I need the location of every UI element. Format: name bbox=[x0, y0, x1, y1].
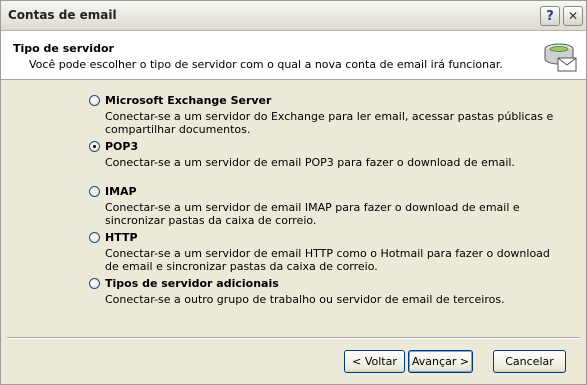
close-button[interactable]: ✕ bbox=[563, 6, 583, 26]
option-description-imap: Conectar-se a um servidor de email IMAP … bbox=[105, 201, 520, 227]
radio-exchange[interactable] bbox=[89, 95, 100, 106]
option-description-exchange: Conectar-se a um servidor do Exchange pa… bbox=[105, 110, 554, 136]
option-description-pop3: Conectar-se a um servidor de email POP3 … bbox=[105, 156, 515, 169]
title-bar[interactable]: Contas de email ? ✕ bbox=[1, 1, 586, 31]
window-title: Contas de email bbox=[8, 8, 117, 22]
option-label-pop3[interactable]: POP3 bbox=[105, 140, 138, 153]
help-button[interactable]: ? bbox=[540, 6, 560, 26]
back-button[interactable]: < Voltar bbox=[344, 350, 405, 373]
mail-server-icon bbox=[544, 43, 577, 72]
option-label-exchange[interactable]: Microsoft Exchange Server bbox=[105, 94, 271, 107]
radio-http[interactable] bbox=[89, 232, 100, 243]
option-label-additional[interactable]: Tipos de servidor adicionais bbox=[105, 277, 279, 290]
radio-additional[interactable] bbox=[89, 278, 100, 289]
option-label-http[interactable]: HTTP bbox=[105, 231, 138, 244]
next-button[interactable]: Avançar > bbox=[408, 350, 473, 373]
option-label-imap[interactable]: IMAP bbox=[105, 185, 137, 198]
footer-divider bbox=[7, 337, 580, 339]
radio-imap[interactable] bbox=[89, 186, 100, 197]
radio-pop3[interactable] bbox=[89, 141, 100, 152]
option-description-http: Conectar-se a um servidor de email HTTP … bbox=[105, 247, 550, 273]
account-wizard-dialog: Contas de email ? ✕ Tipo de servidor Voc… bbox=[0, 0, 587, 385]
cancel-button[interactable]: Cancelar bbox=[493, 350, 566, 373]
header-subtitle: Você pode escolher o tipo de servidor co… bbox=[29, 58, 503, 71]
wizard-header: Tipo de servidor Você pode escolher o ti… bbox=[1, 31, 586, 80]
option-description-additional: Conectar-se a outro grupo de trabalho ou… bbox=[105, 293, 505, 306]
header-title: Tipo de servidor bbox=[13, 42, 114, 55]
